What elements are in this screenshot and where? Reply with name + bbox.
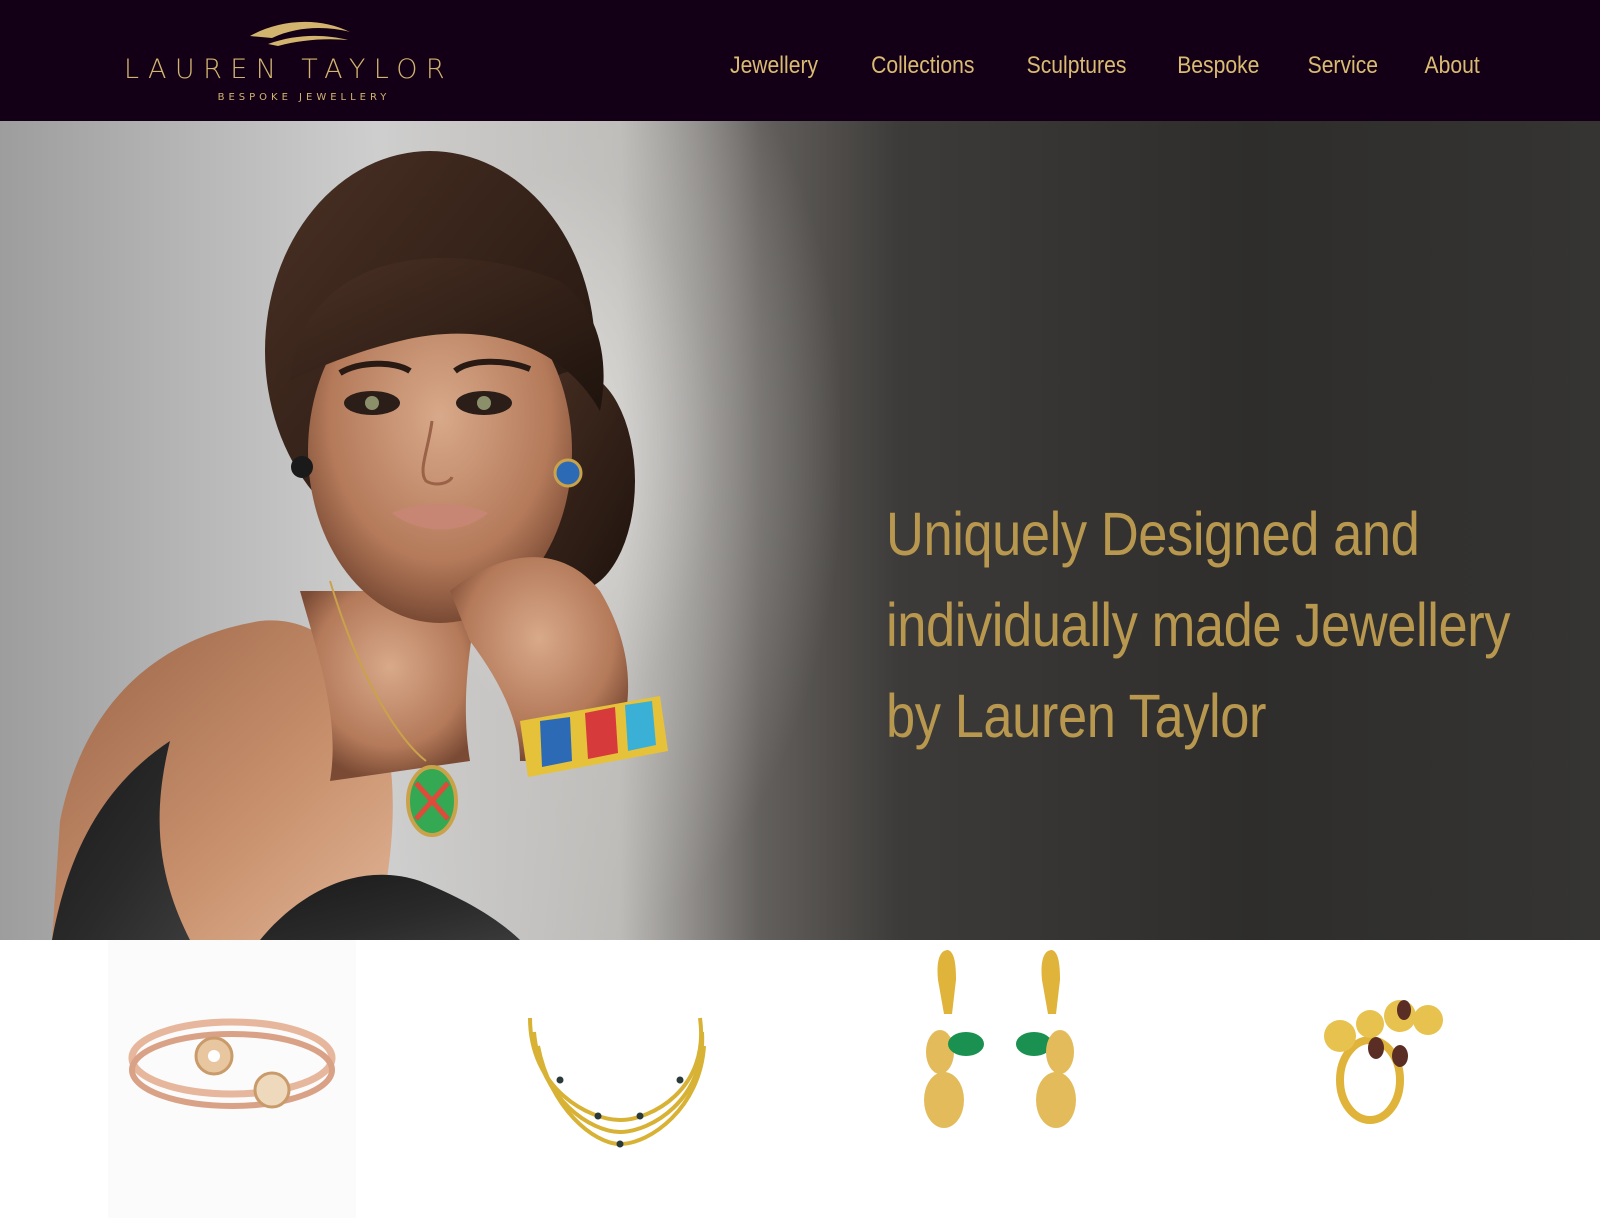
nav-item-sculptures[interactable]: Sculptures [1027, 46, 1127, 86]
earrings-icon [924, 950, 1076, 1128]
hero-model-image [52, 151, 668, 940]
swoosh-icon [250, 21, 350, 46]
hero-headline: Uniquely Designed and individually made … [886, 489, 1511, 762]
hero-headline-line-2: individually made Jewellery [886, 591, 1511, 659]
nav-item-collections[interactable]: Collections [871, 46, 974, 86]
nav-item-bespoke[interactable]: Bespoke [1177, 46, 1259, 86]
product-card-ring[interactable] [1300, 940, 1480, 1218]
site-header: LAUREN TAYLOR BESPOKE JEWELLERY Jeweller… [0, 0, 1600, 121]
hero-banner: Uniquely Designed and individually made … [0, 121, 1600, 940]
product-card-earrings[interactable] [900, 940, 1100, 1218]
brand-tagline: BESPOKE JEWELLERY [217, 92, 391, 103]
product-card-bangle[interactable] [108, 940, 356, 1218]
nav-item-jewellery[interactable]: Jewellery [730, 46, 818, 86]
necklace-icon [528, 1017, 706, 1148]
brand-logo[interactable]: LAUREN TAYLOR BESPOKE JEWELLERY [124, 14, 480, 110]
product-strip [0, 940, 1600, 1218]
main-nav: Jewellery Collections Sculptures Bespoke… [679, 46, 1480, 86]
nav-item-service[interactable]: Service [1308, 46, 1378, 86]
ring-icon [1324, 1000, 1443, 1124]
nav-item-about[interactable]: About [1425, 46, 1480, 86]
hero-headline-line-1: Uniquely Designed and [886, 500, 1420, 568]
bangle-icon [128, 1018, 336, 1109]
hero-headline-line-3: by Lauren Taylor [886, 682, 1267, 750]
product-card-necklace[interactable] [500, 940, 740, 1218]
brand-name: LAUREN TAYLOR [124, 54, 454, 85]
